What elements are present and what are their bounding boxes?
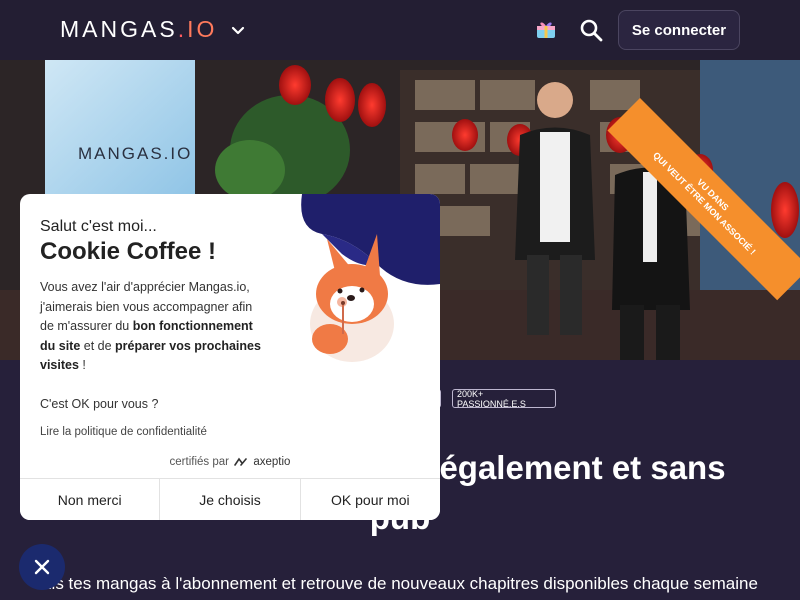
close-cookie-button[interactable]	[19, 544, 65, 590]
login-button[interactable]: Se connecter	[618, 10, 740, 50]
chevron-down-icon[interactable]	[228, 20, 248, 40]
cookie-consent-dialog: Salut c'est moi... Cookie Coffee ! Vous …	[20, 194, 440, 520]
customize-cookies-button[interactable]: Je choisis	[160, 479, 301, 520]
corgi-illustration	[301, 194, 440, 362]
cookie-actions: Non merci Je choisis OK pour moi	[20, 478, 440, 520]
hero-subtitle: Lis tes mangas à l'abonnement et retrouv…	[42, 574, 758, 593]
certified-by[interactable]: certifiés par axeptio	[20, 456, 440, 468]
accept-cookies-button[interactable]: OK pour moi	[300, 479, 440, 520]
cookie-title: Cookie Coffee !	[40, 238, 217, 265]
cookie-question: C'est OK pour vous ?	[40, 397, 159, 411]
close-icon	[34, 559, 50, 575]
cookie-greeting: Salut c'est moi...	[40, 218, 157, 235]
site-logo[interactable]: MANGAS.IO	[60, 16, 217, 43]
privacy-policy-link[interactable]: Lire la politique de confidentialité	[40, 426, 207, 438]
search-icon[interactable]	[579, 18, 603, 42]
refuse-cookies-button[interactable]: Non merci	[20, 479, 161, 520]
axeptio-logo-icon	[234, 457, 247, 466]
hero-sign-text: MANGAS.IO	[78, 144, 193, 163]
gift-icon[interactable]	[535, 18, 557, 40]
community-badge: 200K+ PASSIONNÉ.E.S	[452, 389, 556, 409]
cookie-message: Vous avez l'air d'apprécier Mangas.io, j…	[40, 280, 261, 372]
top-header: MANGAS.IO Se connecter	[0, 0, 800, 60]
